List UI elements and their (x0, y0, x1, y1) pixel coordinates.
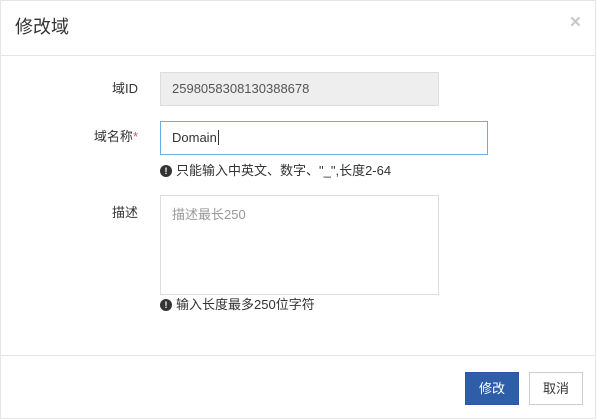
required-mark: * (132, 129, 138, 144)
domain-name-label: 域名称* (38, 129, 138, 145)
domain-name-hint: ! 只能输入中英文、数字、"_",长度2-64 (160, 163, 391, 179)
description-placeholder: 描述最长250 (172, 207, 246, 222)
info-icon: ! (160, 299, 172, 311)
description-label-text: 描述 (111, 205, 138, 220)
domain-id-label-text: 域ID (111, 81, 138, 96)
close-icon[interactable]: × (570, 13, 581, 33)
submit-button[interactable]: 修改 (465, 372, 519, 405)
description-label: 描述 (38, 205, 138, 221)
domain-name-input[interactable]: Domain (160, 121, 488, 155)
domain-name-hint-text: 只能输入中英文、数字、"_",长度2-64 (176, 163, 392, 178)
dialog-header: 修改域 × (1, 1, 595, 56)
dialog-title: 修改域 (15, 17, 69, 37)
description-hint: ! 输入长度最多250位字符 (160, 297, 315, 313)
info-icon: ! (160, 165, 172, 177)
domain-id-label: 域ID (38, 81, 138, 97)
domain-id-value: 2598058308130388678 (172, 81, 310, 96)
description-hint-text: 输入长度最多250位字符 (176, 297, 315, 312)
description-textarea[interactable]: 描述最长250 (160, 195, 439, 295)
domain-name-value: Domain (172, 130, 217, 145)
cancel-button[interactable]: 取消 (529, 372, 583, 405)
domain-id-field: 2598058308130388678 (160, 72, 439, 106)
dialog-footer: 修改 取消 (1, 355, 595, 418)
text-caret (217, 130, 219, 145)
edit-domain-dialog: 修改域 × 域ID 2598058308130388678 域名称* Domai… (0, 0, 596, 419)
domain-name-label-text: 域名称 (93, 129, 133, 144)
